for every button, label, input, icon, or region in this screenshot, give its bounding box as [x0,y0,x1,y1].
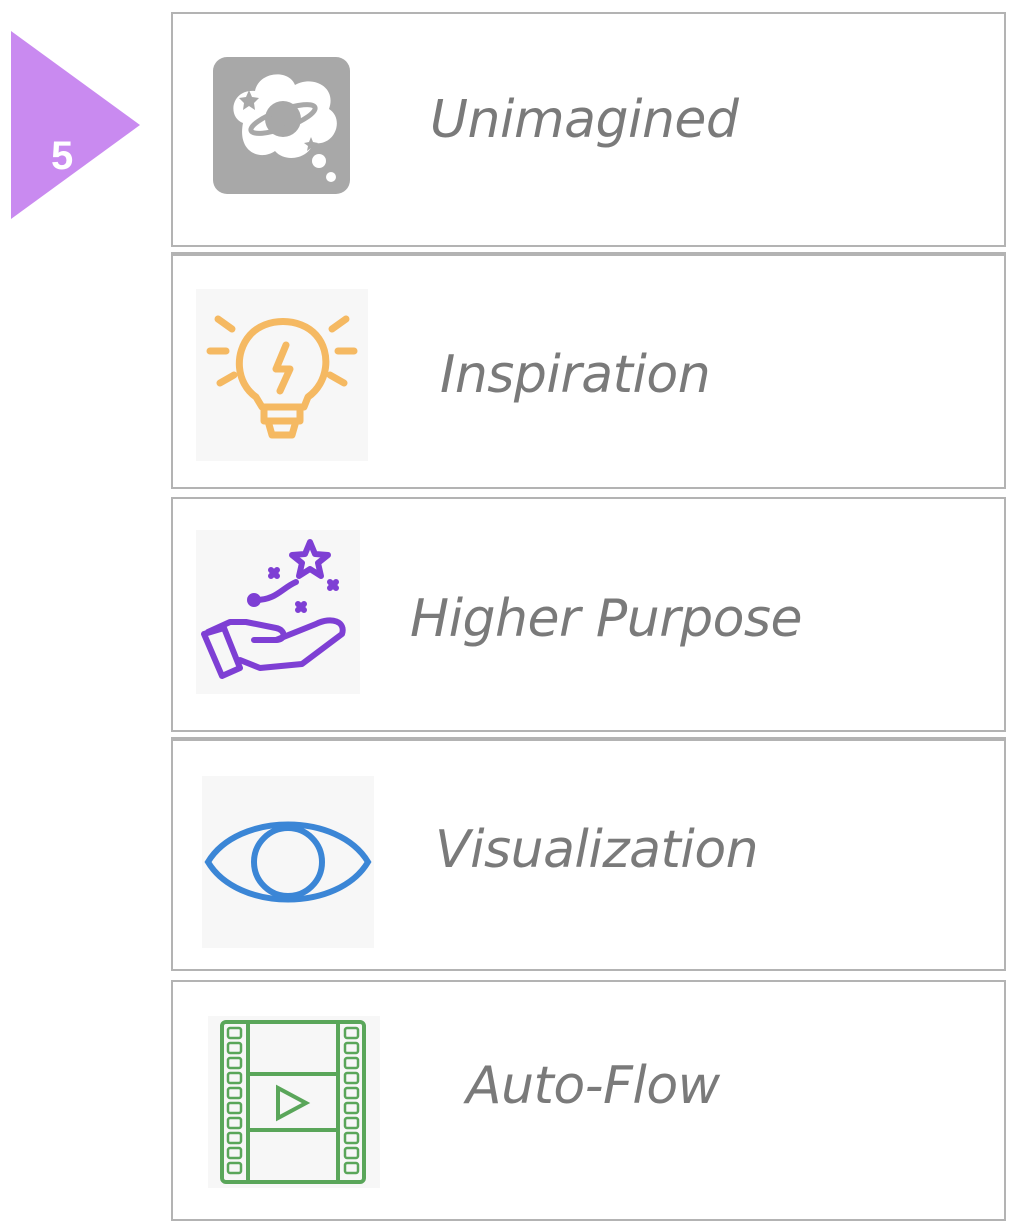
planet-in-cloud-icon [213,57,350,194]
film-play-icon [208,1016,380,1188]
step-marker: 5 [11,31,140,219]
item-label-visualization: Visualization [435,820,759,880]
item-label-auto-flow: Auto-Flow [466,1056,720,1116]
eye-icon [202,776,374,948]
item-label-unimagined: Unimagined [430,90,739,150]
item-label-higher-purpose: Higher Purpose [410,589,803,649]
hand-with-star-icon [196,530,360,694]
lightbulb-icon [196,289,368,461]
step-arrow-icon [11,31,140,219]
item-label-inspiration: Inspiration [440,345,711,405]
step-number: 5 [51,134,74,178]
